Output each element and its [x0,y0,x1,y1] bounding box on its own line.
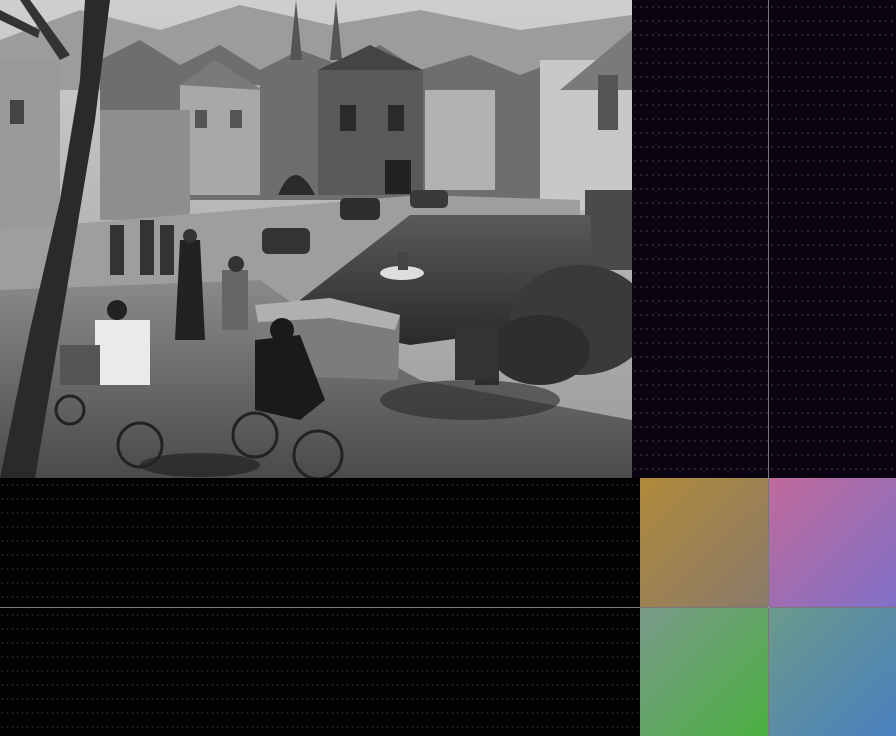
divider-vertical-right [768,0,769,736]
divider-horizontal-lower [0,607,896,608]
image-mosaic [0,0,896,736]
gradient-tile-top-right [769,478,896,607]
black-panel-bottom [0,608,640,736]
gradient-tile-bottom-right [769,608,896,736]
dark-panel-top-right [769,0,896,478]
dark-panel-top-left [632,0,768,478]
street-photo [0,0,632,478]
black-panel-middle [0,478,640,607]
gradient-tile-bottom-left [640,608,768,736]
street-scene-illustration [0,0,632,478]
gradient-tile-top-left [640,478,768,607]
